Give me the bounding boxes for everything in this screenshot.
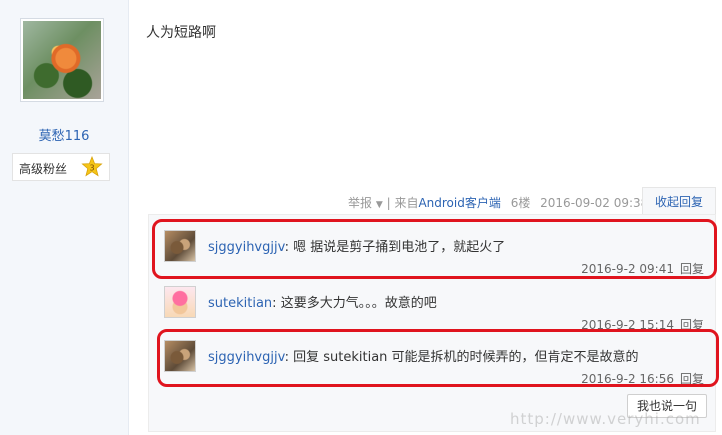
collapse-replies-button[interactable]: 收起回复 xyxy=(642,187,716,215)
reply-item: sutekitian: 这要多大力气。。。故意的吧 2016-9-2 15:14… xyxy=(164,284,714,334)
source-link[interactable]: Android客户端 xyxy=(418,196,500,210)
post-content: 人为短路啊 xyxy=(146,25,216,41)
post-meta: 举报 ▼ | 来自Android客户端 6楼 2016-09-02 09:38 xyxy=(348,194,648,211)
author-sidebar: 莫愁116 高级粉丝 3 xyxy=(0,0,129,435)
watermark: http://www.veryhi.com xyxy=(510,410,701,428)
report-link[interactable]: 举报 xyxy=(348,196,372,210)
floor-number: 6楼 xyxy=(510,196,531,210)
source-prefix: | 来自 xyxy=(386,196,419,210)
rose-photo xyxy=(23,21,101,99)
author-avatar[interactable] xyxy=(20,18,104,102)
reply-avatar[interactable] xyxy=(164,286,196,318)
highlight-box xyxy=(152,219,717,279)
reply-text: sutekitian: 这要多大力气。。。故意的吧 xyxy=(208,292,437,311)
reply-username[interactable]: sutekitian xyxy=(208,296,272,311)
reply-content: 这要多大力气。。。故意的吧 xyxy=(280,296,437,311)
post-time: 2016-09-02 09:38 xyxy=(540,196,649,210)
fan-level-number: 3 xyxy=(89,164,94,173)
author-name[interactable]: 莫愁116 xyxy=(0,125,128,144)
chevron-down-icon[interactable]: ▼ xyxy=(376,200,383,210)
highlight-box xyxy=(157,329,719,387)
fan-level-badge[interactable]: 高级粉丝 3 xyxy=(12,153,110,181)
star-icon: 3 xyxy=(81,156,103,177)
fan-level-label: 高级粉丝 xyxy=(19,162,68,176)
reply-colon: : xyxy=(272,296,281,311)
